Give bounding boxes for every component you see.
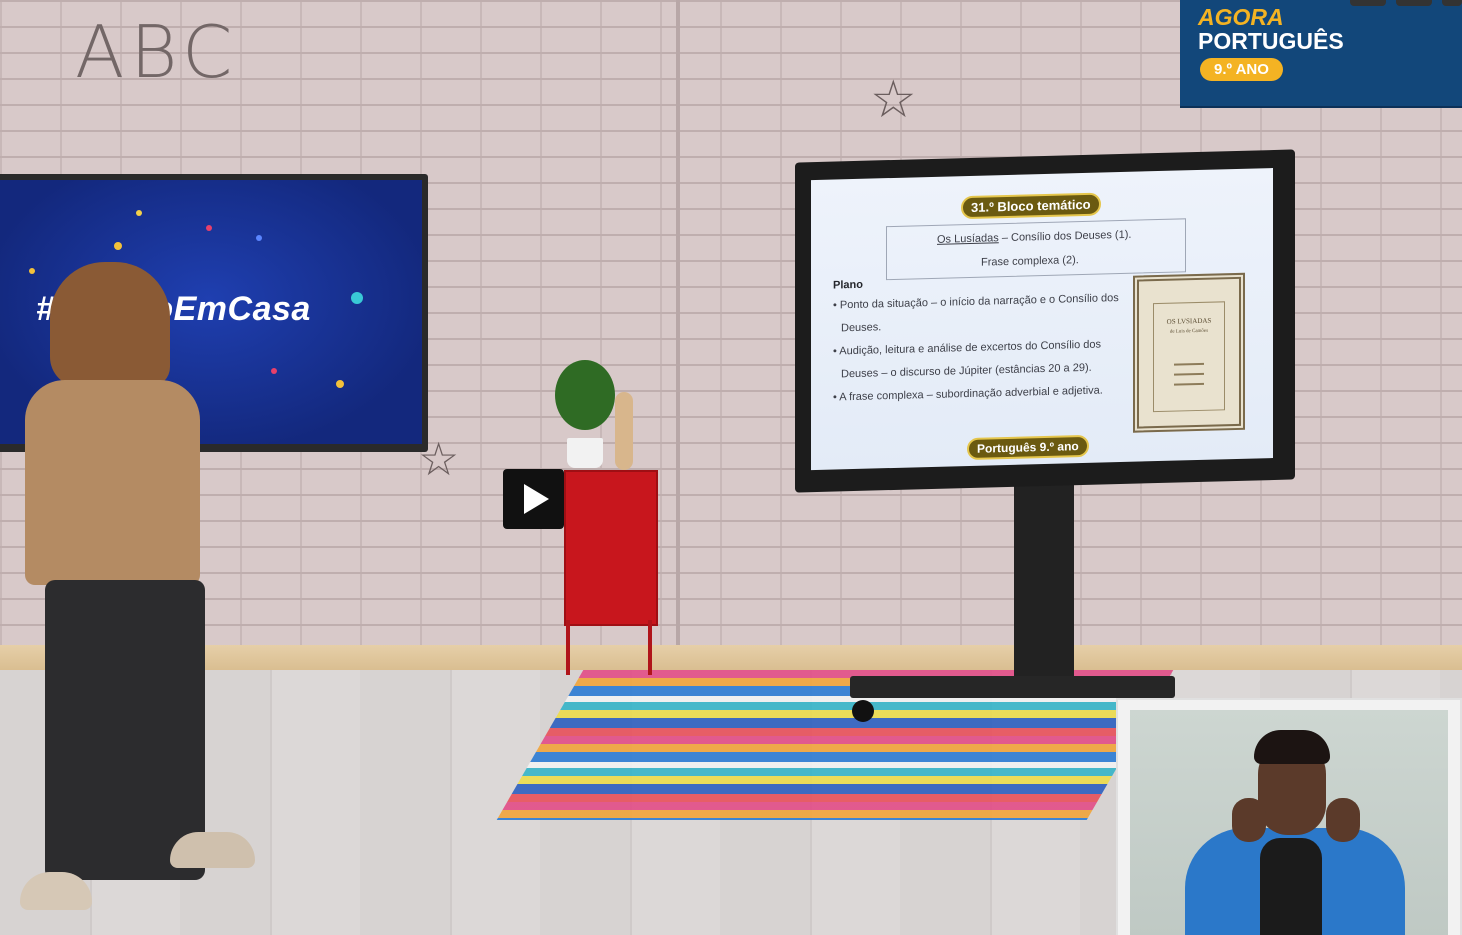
red-cabinet <box>564 470 658 626</box>
video-frame: ABC ☆ ☆ #EstudoEmCasa 31.º Bloco temátic… <box>0 0 1462 935</box>
book-cover-image: OS LVSIADAS de Luis de Camões <box>1133 272 1245 433</box>
slide-topic-line-2: Frase complexa (2). <box>981 254 1079 269</box>
interpreter-hair <box>1254 730 1330 764</box>
presenter-shoe <box>170 832 255 868</box>
slide-footer: Português 9.º ano <box>967 434 1089 461</box>
slide-bullet: • Ponto da situação – o início da narraç… <box>833 292 1119 312</box>
slide-topic-box: Os Lusíadas – Consílio dos Deuses (1). F… <box>886 218 1186 281</box>
confetti-dot <box>336 380 344 388</box>
plant-pot <box>567 438 603 468</box>
presenter-trousers <box>45 580 205 880</box>
corner-control-tab[interactable] <box>1442 0 1462 6</box>
wall-corner <box>676 0 680 660</box>
confetti-dot <box>114 242 122 250</box>
slide-topic-work: Os Lusíadas <box>937 232 999 246</box>
book-text-line <box>1174 372 1204 376</box>
interpreter-hand <box>1232 798 1266 842</box>
confetti-dot <box>206 225 212 231</box>
slide-bullet: Deuses – o discurso de Júpiter (estância… <box>841 361 1092 381</box>
tv-stand <box>1014 480 1074 680</box>
book-cover-frame: OS LVSIADAS de Luis de Camões <box>1153 301 1225 413</box>
wooden-mannequin <box>615 392 633 470</box>
slide-title: 31.º Bloco temático <box>961 192 1101 220</box>
sign-language-interpreter-inset <box>1116 698 1462 935</box>
star-doodle-icon: ☆ <box>870 70 917 130</box>
presenter-sweater <box>25 380 200 585</box>
grade-badge: 9.º ANO <box>1200 58 1283 81</box>
book-title: OS LVSIADAS <box>1166 316 1212 326</box>
confetti-dot <box>271 368 277 374</box>
confetti-dot <box>256 235 262 241</box>
play-icon <box>524 484 549 514</box>
wall-doodle-abc: ABC <box>75 10 239 94</box>
presenter <box>20 262 260 927</box>
slide-bullet: • Audição, leitura e análise de excertos… <box>833 338 1102 358</box>
logo-line-agora: AGORA <box>1198 4 1284 30</box>
logo-line-subject: PORTUGUÊS <box>1198 28 1344 54</box>
confetti-dot <box>136 210 142 216</box>
interactive-display: 31.º Bloco temático Os Lusíadas – Consíl… <box>795 149 1295 493</box>
interpreter-shirt <box>1260 838 1322 935</box>
corner-controls <box>1350 0 1462 6</box>
slide-bullet: Deuses. <box>841 321 882 335</box>
plant-leaves <box>555 360 615 430</box>
slide-plan-heading: Plano <box>833 278 863 292</box>
corner-control-tab[interactable] <box>1350 0 1386 6</box>
slide-topic-rest: – Consílio dos Deuses (1). <box>998 228 1132 245</box>
interpreter-hand <box>1326 798 1360 842</box>
confetti-dot <box>351 292 363 304</box>
presenter-hair <box>50 262 170 387</box>
slide-bullet: • A frase complexa – subordinação adverb… <box>833 384 1103 404</box>
book-text-line <box>1174 382 1204 386</box>
book-author: de Luis de Camões <box>1169 328 1209 335</box>
corner-control-tab[interactable] <box>1396 0 1432 6</box>
book-text-line <box>1174 362 1204 366</box>
interpreter-background <box>1130 710 1448 935</box>
program-logo: AGORA PORTUGUÊS 9.º ANO <box>1180 0 1462 108</box>
slide-topic-line: Os Lusíadas – Consílio dos Deuses (1). <box>937 229 1131 246</box>
slide-screen: 31.º Bloco temático Os Lusíadas – Consíl… <box>811 168 1273 471</box>
cabinet-leg <box>648 620 652 675</box>
tv-stand-base <box>850 676 1175 698</box>
cabinet-leg <box>566 620 570 675</box>
tv-stand-wheel <box>852 700 874 722</box>
play-button[interactable] <box>503 469 564 529</box>
